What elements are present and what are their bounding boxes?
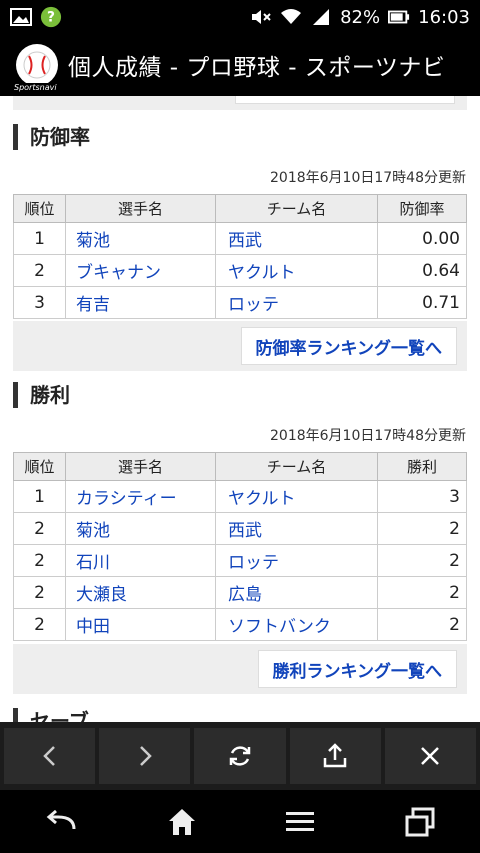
team-link[interactable]: 西武	[215, 222, 378, 255]
close-button[interactable]	[384, 728, 477, 784]
table-row: 2 石川 ロッテ 2	[13, 544, 467, 577]
table-row: 1 菊池 西武 0.00	[13, 222, 467, 255]
menu-icon[interactable]	[285, 810, 315, 834]
rank-cell: 2	[13, 512, 66, 545]
player-link[interactable]: カラシティー	[65, 480, 216, 513]
rank-cell: 3	[13, 286, 66, 319]
player-link[interactable]: 有吉	[65, 286, 216, 319]
home-icon[interactable]	[167, 807, 197, 837]
forward-icon	[139, 746, 152, 766]
era-more-box: 防御率ランキング一覧へ	[13, 321, 467, 371]
value-cell: 0.64	[377, 254, 467, 287]
saves-heading: セーブ	[13, 708, 89, 722]
rank-cell: 1	[13, 222, 66, 255]
help-app-icon: ?	[40, 6, 62, 28]
system-nav-bar	[0, 790, 480, 853]
wins-more-box: 勝利ランキング一覧へ	[13, 644, 467, 694]
previous-section-strip	[13, 96, 467, 110]
col-team: チーム名	[215, 194, 378, 223]
era-ranking-link[interactable]: 防御率ランキング一覧へ	[240, 327, 457, 365]
battery-percent: 82%	[340, 6, 381, 28]
title-bar: Sportsnavi 個人成績 - プロ野球 - スポーツナビ	[0, 34, 480, 96]
wins-updated: 2018年6月10日17時48分更新	[270, 428, 466, 444]
web-content[interactable]: 防御率 2018年6月10日17時48分更新 順位 選手名 チーム名 防御率 1…	[0, 96, 480, 722]
col-era: 防御率	[377, 194, 467, 223]
col-player: 選手名	[65, 452, 216, 481]
share-icon	[323, 743, 347, 768]
team-link[interactable]: ロッテ	[215, 286, 378, 319]
rank-cell: 2	[13, 544, 66, 577]
player-link[interactable]: 中田	[65, 608, 216, 641]
value-cell: 2	[377, 576, 467, 609]
close-icon	[421, 747, 440, 765]
era-heading: 防御率	[13, 124, 90, 150]
svg-text:?: ?	[47, 10, 55, 26]
sportsnavi-logo: Sportsnavi	[12, 44, 59, 92]
mute-icon	[250, 7, 272, 27]
value-cell: 2	[377, 608, 467, 641]
reload-icon	[229, 746, 251, 766]
team-link[interactable]: 広島	[215, 576, 378, 609]
table-row: 2 中田 ソフトバンク 2	[13, 608, 467, 641]
wins-table-wrap: 順位 選手名 チーム名 勝利 1 カラシティー ヤクルト 3 2 菊池 西武 2	[13, 452, 467, 641]
status-bar: ? 82% 16:03	[0, 0, 480, 34]
table-row: 2 大瀬良 広島 2	[13, 576, 467, 609]
rank-cell: 2	[13, 254, 66, 287]
era-updated: 2018年6月10日17時48分更新	[270, 170, 466, 186]
col-player: 選手名	[65, 194, 216, 223]
table-row: 1 カラシティー ヤクルト 3	[13, 480, 467, 513]
share-button[interactable]	[289, 728, 381, 784]
wifi-icon	[280, 7, 302, 27]
team-link[interactable]: ヤクルト	[215, 480, 378, 513]
table-row: 3 有吉 ロッテ 0.71	[13, 286, 467, 319]
back-button[interactable]	[4, 728, 96, 784]
battery-icon	[388, 7, 410, 27]
rank-cell: 2	[13, 608, 66, 641]
value-cell: 2	[377, 512, 467, 545]
team-link[interactable]: ヤクルト	[215, 254, 378, 287]
rank-cell: 1	[13, 480, 66, 513]
value-cell: 3	[377, 480, 467, 513]
team-link[interactable]: 西武	[215, 512, 378, 545]
wins-table: 順位 選手名 チーム名 勝利 1 カラシティー ヤクルト 3 2 菊池 西武 2	[13, 452, 467, 641]
col-rank: 順位	[13, 452, 66, 481]
table-row: 2 菊池 西武 2	[13, 512, 467, 545]
logo-text: Sportsnavi	[12, 83, 59, 92]
wins-heading: 勝利	[13, 382, 70, 408]
browser-toolbar	[0, 722, 480, 790]
recents-icon[interactable]	[404, 806, 436, 838]
player-link[interactable]: 菊池	[65, 512, 216, 545]
page-title: 個人成績 - プロ野球 - スポーツナビ	[68, 55, 446, 81]
era-table-wrap: 順位 選手名 チーム名 防御率 1 菊池 西武 0.00 2 ブキャナン ヤクル…	[13, 194, 467, 319]
player-link[interactable]: 大瀬良	[65, 576, 216, 609]
back-icon	[42, 746, 55, 766]
col-rank: 順位	[13, 194, 66, 223]
signal-icon	[310, 7, 332, 27]
player-link[interactable]: ブキャナン	[65, 254, 216, 287]
table-row: 2 ブキャナン ヤクルト 0.64	[13, 254, 467, 287]
wins-ranking-link[interactable]: 勝利ランキング一覧へ	[257, 650, 457, 688]
era-table: 順位 選手名 チーム名 防御率 1 菊池 西武 0.00 2 ブキャナン ヤクル…	[13, 194, 467, 319]
reload-button[interactable]	[194, 728, 286, 784]
forward-button[interactable]	[99, 728, 191, 784]
player-link[interactable]: 石川	[65, 544, 216, 577]
rank-cell: 2	[13, 576, 66, 609]
team-link[interactable]: ロッテ	[215, 544, 378, 577]
value-cell: 0.71	[377, 286, 467, 319]
col-wins: 勝利	[377, 452, 467, 481]
value-cell: 2	[377, 544, 467, 577]
value-cell: 0.00	[377, 222, 467, 255]
gallery-icon	[10, 7, 32, 27]
back-icon[interactable]	[44, 809, 78, 835]
team-link[interactable]: ソフトバンク	[215, 608, 378, 641]
clock: 16:03	[418, 6, 470, 28]
player-link[interactable]: 菊池	[65, 222, 216, 255]
col-team: チーム名	[215, 452, 378, 481]
